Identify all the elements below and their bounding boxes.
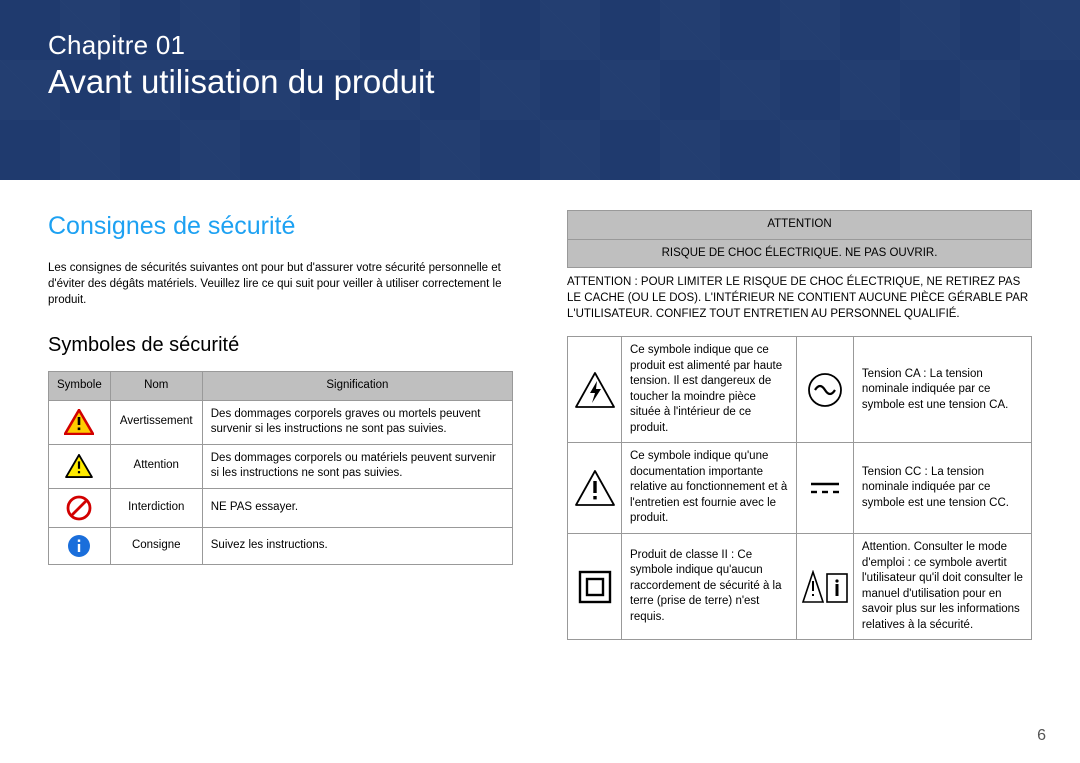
table-row: Interdiction NE PAS essayer. <box>49 488 513 527</box>
desc-cell: Ce symbole indique qu'une documentation … <box>622 443 797 534</box>
dc-voltage-icon <box>796 443 853 534</box>
row-meaning: Suivez les instructions. <box>202 527 512 564</box>
symbols-table: Symbole Nom Signification Avertissement … <box>48 371 513 565</box>
section-title: Consignes de sécurité <box>48 210 513 244</box>
document-page: Chapitre 01 Avant utilisation du produit… <box>0 0 1080 763</box>
attention-header2: RISQUE DE CHOC ÉLECTRIQUE. NE PAS OUVRIR… <box>568 239 1032 268</box>
row-meaning: NE PAS essayer. <box>202 488 512 527</box>
section-intro: Les consignes de sécurités suivantes ont… <box>48 260 513 308</box>
attention-note: ATTENTION : POUR LIMITER LE RISQUE DE CH… <box>567 268 1032 336</box>
class-ii-icon <box>568 533 622 639</box>
table-row: Ce symbole indique qu'une documentation … <box>568 443 1032 534</box>
desc-cell: Ce symbole indique que ce produit est al… <box>622 337 797 443</box>
desc-cell: Attention. Consulter le mode d'emploi : … <box>853 533 1031 639</box>
desc-cell: Tension CC : La tension nominale indiqué… <box>853 443 1031 534</box>
left-column: Consignes de sécurité Les consignes de s… <box>48 210 513 640</box>
table-row: Attention Des dommages corporels ou maté… <box>49 444 513 488</box>
th-meaning: Signification <box>202 372 512 401</box>
desc-cell: Tension CA : La tension nominale indiqué… <box>853 337 1031 443</box>
row-name: Consigne <box>110 527 202 564</box>
chapter-number: Chapitre 01 <box>48 30 1032 61</box>
row-name: Attention <box>110 444 202 488</box>
th-symbol: Symbole <box>49 372 111 401</box>
row-meaning: Des dommages corporels ou matériels peuv… <box>202 444 512 488</box>
row-name: Interdiction <box>110 488 202 527</box>
row-meaning: Des dommages corporels graves ou mortels… <box>202 400 512 444</box>
table-row: Consigne Suivez les instructions. <box>49 527 513 564</box>
subsection-title: Symboles de sécurité <box>48 332 513 359</box>
attention-header1: ATTENTION <box>568 211 1032 240</box>
table-row: Ce symbole indique que ce produit est al… <box>568 337 1032 443</box>
warning-yellow-triangle-icon <box>49 444 111 488</box>
instruction-icon <box>49 527 111 564</box>
desc-cell: Produit de classe II : Ce symbole indiqu… <box>622 533 797 639</box>
chapter-title: Avant utilisation du produit <box>48 63 1032 101</box>
chapter-header: Chapitre 01 Avant utilisation du produit <box>0 0 1080 180</box>
table-row: Produit de classe II : Ce symbole indiqu… <box>568 533 1032 639</box>
row-name: Avertissement <box>110 400 202 444</box>
page-number: 6 <box>1037 727 1046 745</box>
content-columns: Consignes de sécurité Les consignes de s… <box>0 180 1080 640</box>
warning-red-triangle-icon <box>49 400 111 444</box>
attention-header-table: ATTENTION RISQUE DE CHOC ÉLECTRIQUE. NE … <box>567 210 1032 268</box>
th-name: Nom <box>110 372 202 401</box>
consult-manual-icon <box>796 533 853 639</box>
table-row: Avertissement Des dommages corporels gra… <box>49 400 513 444</box>
attention-icons-table: Ce symbole indique que ce produit est al… <box>567 336 1032 640</box>
ac-voltage-icon <box>796 337 853 443</box>
important-doc-icon <box>568 443 622 534</box>
right-column: ATTENTION RISQUE DE CHOC ÉLECTRIQUE. NE … <box>567 210 1032 640</box>
high-voltage-icon <box>568 337 622 443</box>
prohibition-icon <box>49 488 111 527</box>
